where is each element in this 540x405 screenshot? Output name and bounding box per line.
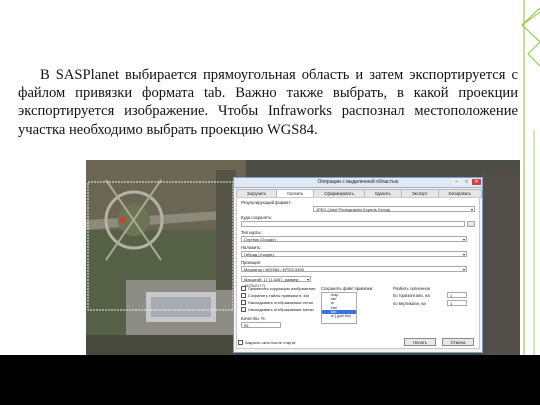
dialog-tabs: Загрузить Склеить Сформировать Удалить Э… <box>236 189 483 198</box>
option-overlay-marks[interactable]: Накладывать отображаемые метки <box>241 307 314 313</box>
close-button[interactable]: ✕ <box>472 179 481 185</box>
save-georef-label: Сохранять файл привязки: <box>321 286 374 291</box>
option-overlay-grids-label: Накладывать отображаемые сетки <box>248 300 313 305</box>
software-screenshot: Операции с выделенной областью – □ ✕ Заг… <box>86 160 520 355</box>
stitch-panel: Результирующий формат: JPEG (Joint Photo… <box>236 197 480 349</box>
overlay-select[interactable]: Гибрид (Google) <box>241 251 467 258</box>
result-format-select[interactable]: JPEG (Joint Photographic Experts Group) <box>313 206 475 213</box>
overlay-label: Наложить: <box>241 245 262 250</box>
split-label: Разбить склеенное <box>393 286 431 291</box>
georef-format-list[interactable]: .map .tab .w .kml .tab .w (.jpw/.tfw) <box>321 292 357 324</box>
dialog-title: Операции с выделенной областью <box>317 179 399 185</box>
split-horizontal-input[interactable]: 1 <box>447 292 467 298</box>
quality-label: Качество, %: <box>241 316 266 321</box>
option-image-correction[interactable]: Применить коррекцию изображения <box>241 286 316 292</box>
scale-select[interactable]: Масштаб: 17 (1:4267, размер: 4670x2177) <box>241 276 311 288</box>
export-dialog: Операции с выделенной областью – □ ✕ Заг… <box>233 177 483 353</box>
option-overlay-grids[interactable]: Накладывать отображаемые сетки <box>241 300 313 306</box>
option-save-kal[interactable]: Сохранять тайлы привязки в .kal <box>241 293 309 299</box>
slide: В SASPlanet выбирается прямоугольная обл… <box>0 0 540 355</box>
dialog-titlebar: Операции с выделенной областью – □ ✕ <box>234 178 482 188</box>
split-horizontal-label: по горизонтали, на <box>393 293 430 298</box>
cancel-button[interactable]: Отмена <box>442 338 474 346</box>
slide-paragraph: В SASPlanet выбирается прямоугольная обл… <box>18 67 518 138</box>
map-type-select[interactable]: Спутник (Google) <box>241 236 467 243</box>
save-to-label: Куда сохранять: <box>241 215 273 220</box>
georef-format-item[interactable]: .w (.jpw/.tfw) <box>322 314 356 318</box>
option-save-kal-label: Сохранять тайлы привязки в .kal <box>248 293 309 298</box>
browse-button[interactable]: … <box>467 221 475 227</box>
save-to-input[interactable] <box>241 221 465 227</box>
split-vertical-input[interactable]: 1 <box>447 300 467 306</box>
map-type-label: Тип карты: <box>241 230 262 235</box>
quality-input[interactable]: 95 <box>241 322 281 328</box>
projection-label: Проекция: <box>241 260 261 265</box>
close-after-start-checkbox[interactable]: Закрыть окно после старта <box>238 340 296 346</box>
minimize-button[interactable]: – <box>452 179 461 185</box>
result-format-label: Результирующий формат: <box>241 200 292 205</box>
option-image-correction-label: Применить коррекцию изображения <box>248 286 316 291</box>
option-overlay-marks-label: Накладывать отображаемые метки <box>248 307 314 312</box>
start-button[interactable]: Начать <box>404 338 436 346</box>
close-after-start-label: Закрыть окно после старта <box>245 340 296 345</box>
maximize-button[interactable]: □ <box>462 179 471 185</box>
split-vertical-label: по вертикали, на <box>393 301 426 306</box>
projection-select[interactable]: Меркатор / WGS84 / EPSG:3395 <box>241 266 467 273</box>
